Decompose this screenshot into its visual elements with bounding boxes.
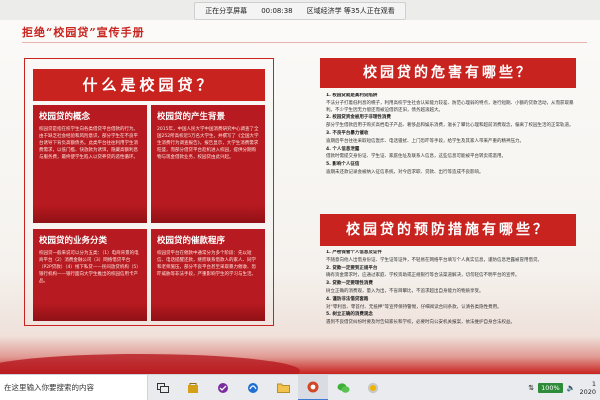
card-heading: 校园贷的催款程序 <box>157 236 226 246</box>
card-heading: 校园贷的概念 <box>39 112 91 122</box>
store-icon[interactable] <box>178 375 208 400</box>
harm-item: 逾期未还款记录会被纳入征信系统，对今后求职、贷款、出行等造成不良影响。 <box>326 169 484 175</box>
harm-item: 逾期后平台往往采取短信轰炸、电话骚扰、上门恐吓等手段，给学生及其家人带来严重的精… <box>326 138 524 144</box>
chat-app-icon[interactable] <box>358 375 388 400</box>
taskbar: 在这里输入你要搜索的内容 ⇅ 100% 🔈 1 2020 <box>0 374 600 400</box>
screen-share-bar: 正在分享屏幕 00:08:38 区域经济学 等35人正在观看 <box>0 0 600 20</box>
clock-time: 1 <box>591 379 596 388</box>
harm-item: 部分学生借款后用于购买高档电子产品、奢侈品和娱乐消费，滋长了攀比心理和超前消费观… <box>326 123 574 129</box>
card-body: 校园贷一般来说可以分为五类：（1）电商背景的电商平台（2）消费金融公司（3）网络… <box>39 251 141 284</box>
share-channel: 区域经济学 等35人正在观看 <box>306 6 395 15</box>
prevention-item: 3. 贷款一定要理性消费 <box>326 281 373 287</box>
harm-item: 3. 不良平台暴力催收 <box>326 130 369 136</box>
prevention-item: 确有资金需求时，应通过家庭、学校资助或正规银行等合法渠道解决，切勿轻信不明平台的… <box>326 273 520 279</box>
battery-indicator[interactable]: 100% <box>538 382 563 393</box>
prevention-item: 不随意向他人出借身份证、学生证等证件，不轻易在网络平台填写个人真实信息，谨防信息… <box>326 257 542 263</box>
clock[interactable]: 1 2020 <box>579 380 596 396</box>
edge-browser-icon[interactable] <box>238 375 268 400</box>
harms-text: 1. 校园贷就是高利贷陷阱 不法分子打着低利息的幌子，利用高校学生社会认知能力较… <box>326 93 574 211</box>
document-page: 拒绝“校园贷”宣传手册 什么是校园贷？ 校园贷的概念 校园贷是指在校学生向各类借… <box>0 20 600 374</box>
volume-icon[interactable]: 🔈 <box>567 384 576 392</box>
taskbar-search-input[interactable]: 在这里输入你要搜索的内容 <box>0 374 148 400</box>
prevention-item: 树立正确的消费观，量入为出，不盲目攀比，不追求超出自身能力的物质享受。 <box>326 288 484 294</box>
card-body: 校园贷平台在催款中通常分为多个阶段：先以短信、电话提醒还款，继而联系借款人的家人… <box>157 251 256 277</box>
prevention-item: 遇到不良借贷纠纷时要及时告知家长和学校，必要时向公安机关报案，依法维护自身合法权… <box>326 320 515 326</box>
card-body: 2015年，中国人民大学中国消费研究中心调查了全国252所高校近5万名大学生，并… <box>157 127 259 160</box>
vpn-icon[interactable] <box>208 375 238 400</box>
harm-item: 借款时需提交身份证、学生证、家庭住址及联系人信息，这些信息可能被平台转卖或滥用。 <box>326 154 506 160</box>
card-heading: 校园贷的业务分类 <box>39 236 108 246</box>
task-view-icon[interactable] <box>148 375 178 400</box>
harm-item: 不法分子打着低利息的幌子，利用高校学生社会认知能力较差、防范心理弱的特点，进行短… <box>326 100 574 113</box>
card-categories: 校园贷的业务分类 校园贷一般来说可以分为五类：（1）电商背景的电商平台（2）消费… <box>33 229 147 321</box>
card-concept: 校园贷的概念 校园贷是指在校学生向各类借贷平台借款的行为。由于缺乏社会经验和风险… <box>33 105 147 223</box>
prevention-item: 4. 谨防非法借贷套路 <box>326 296 369 302</box>
network-icon[interactable]: ⇅ <box>528 384 534 392</box>
share-status-text: 正在分享屏幕 <box>205 6 248 15</box>
card-shade <box>33 303 147 321</box>
file-explorer-icon[interactable] <box>268 375 298 400</box>
harm-item: 2. 校园贷资金被用于非理性消费 <box>326 115 391 121</box>
card-heading: 校园贷的产生背景 <box>157 112 226 122</box>
card-shade <box>151 303 265 321</box>
prevention-item: 对“零利息、零首付、无抵押”等宣传保持警惕，仔细阅读合同条款，认清各类隐性费用。 <box>326 304 502 310</box>
card-shade <box>151 205 265 223</box>
share-timer: 00:08:38 <box>261 6 293 15</box>
card-shade <box>33 205 147 223</box>
panel-title: 什么是校园贷？ <box>33 69 265 101</box>
document-title: 拒绝“校园贷”宣传手册 <box>22 26 145 39</box>
prevention-item: 1. 严密保管个人信息及证件 <box>326 250 382 255</box>
card-body: 校园贷是指在校学生向各类借贷平台借款的行为。由于缺乏社会经验和风险意识，部分学生… <box>39 127 138 160</box>
screen-share-status[interactable]: 正在分享屏幕 00:08:38 区域经济学 等35人正在观看 <box>194 1 406 20</box>
wechat-icon[interactable] <box>328 375 358 400</box>
card-background: 校园贷的产生背景 2015年，中国人民大学中国消费研究中心调查了全国252所高校… <box>151 105 265 223</box>
system-tray: ⇅ 100% 🔈 1 2020 <box>528 380 600 396</box>
harm-item: 4. 个人信息泄露 <box>326 146 360 152</box>
clock-date: 2020 <box>579 387 596 396</box>
harm-item: 5. 影响个人征信 <box>326 162 360 168</box>
prevention-item: 5. 树立正确的消费观念 <box>326 312 373 318</box>
prevention-item: 2. 贷款一定要到正规平台 <box>326 265 378 271</box>
what-is-campus-loan-panel: 什么是校园贷？ 校园贷的概念 校园贷是指在校学生向各类借贷平台借款的行为。由于缺… <box>24 58 274 326</box>
powerpoint-icon[interactable] <box>298 374 328 400</box>
harm-item: 1. 校园贷就是高利贷陷阱 <box>326 93 378 98</box>
title-divider <box>22 42 587 43</box>
prevention-banner: 校园贷的预防措施有哪些？ <box>320 214 576 246</box>
card-collection: 校园贷的催款程序 校园贷平台在催款中通常分为多个阶段：先以短信、电话提醒还款，继… <box>151 229 265 321</box>
harms-banner: 校园贷的危害有哪些？ <box>320 58 576 88</box>
